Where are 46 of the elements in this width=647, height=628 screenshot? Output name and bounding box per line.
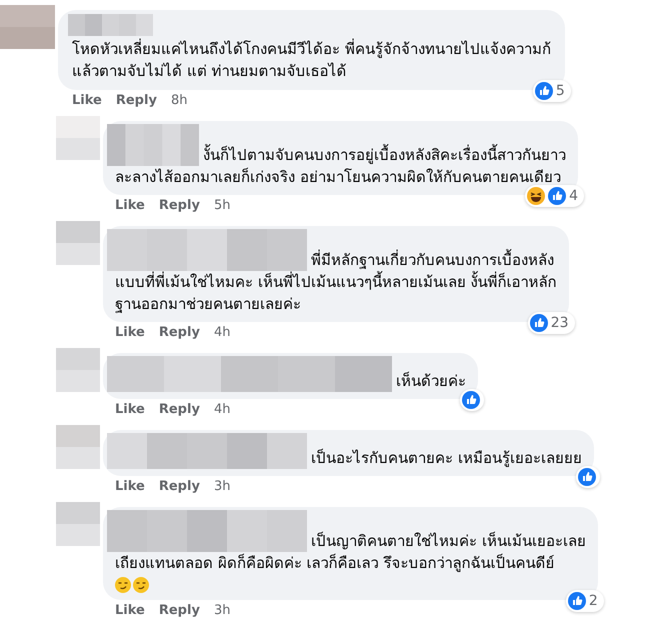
comment-line: พี่มีหลักฐานเกี่ยวกับคนบงการเบื้องหลัง — [311, 249, 554, 271]
like-link[interactable]: Like — [115, 198, 145, 214]
like-link[interactable]: Like — [115, 603, 145, 619]
reply-link[interactable]: Reply — [158, 402, 200, 418]
reaction-count: 4 — [569, 188, 579, 204]
thumbs-up-reaction-icon[interactable] — [462, 391, 480, 409]
reaction-badge[interactable]: 4 — [525, 185, 584, 207]
thumbs-up-reaction-icon[interactable] — [530, 314, 548, 332]
like-link[interactable]: Like — [115, 402, 145, 418]
comment-line: โหดหัวเหลี่ยมแค่ไหนถึงได้โกงคนมีวีได้อะ พี่คนรู้จักจ้างทนายไปแจ้งความก้ — [72, 38, 551, 60]
reply-link[interactable]: Reply — [158, 325, 200, 341]
thumbs-up-reaction-icon[interactable] — [548, 187, 566, 205]
like-link[interactable]: Like — [115, 325, 145, 341]
reaction-count: 2 — [588, 593, 599, 609]
comment-line: เป็นอะไรกับคนตายคะ เหมือนรู้เยอะเลยยย — [311, 448, 582, 469]
reaction-count: 23 — [550, 315, 570, 331]
comment-time: 8h — [170, 93, 188, 109]
comment-line: เถียงแทนตลอด ผิดก็คือผิดค่ะ เลวก็คือเลว รึจะบอกว่าลูกฉันเป็นคนดีย์ — [114, 552, 556, 574]
comment-line: เป็นญาติคนตายใช่ไหมค่ะ เห็นเม้นเยอะเลย — [311, 530, 586, 552]
comment-line: งั้นก็ไปตามจับคนบงการอยู่เบื้องหลังสิคะเรื่องนี้สาวกันยาว — [203, 144, 566, 166]
reply-link[interactable]: Reply — [158, 479, 200, 495]
comment-line: แบบที่พี่เม้นใช่ไหมคะ เห็นพี่ไปเม้นแนวๆนี้หลายเม้นเลย งั้นพี่ก็เอาหลัก — [114, 271, 557, 293]
reaction-count: 5 — [556, 83, 566, 99]
thumbs-up-reaction-icon[interactable] — [578, 468, 596, 486]
laughing-reaction-icon[interactable] — [527, 187, 546, 205]
comment-time: 4h — [214, 402, 230, 418]
comment-time: 3h — [214, 603, 230, 619]
reply-link[interactable]: Reply — [116, 93, 157, 109]
comment-line: เห็นด้วยค่ะ — [396, 370, 466, 392]
comment-time: 4h — [214, 325, 230, 341]
like-link[interactable]: Like — [72, 93, 102, 109]
like-link[interactable]: Like — [115, 479, 145, 495]
reaction-badge[interactable]: 2 — [566, 590, 604, 612]
reaction-badge[interactable]: 5 — [532, 80, 571, 102]
thumbs-up-reaction-icon[interactable] — [568, 592, 586, 610]
comment-time: 5h — [214, 198, 230, 214]
comment-line: ฐานออกมาช่วยคนตายเลยค่ะ — [114, 294, 302, 315]
reply-link[interactable]: Reply — [158, 603, 200, 619]
reaction-badge[interactable]: 23 — [528, 312, 575, 334]
reaction-badge[interactable] — [460, 389, 484, 411]
thumbs-up-reaction-icon[interactable] — [534, 82, 553, 100]
comment-line: ละลางไส้ออกมาเลยก็เก่งจริง อย่ามาโยนความผิดให้กับคนตายคนเดียว — [114, 166, 562, 188]
comment-line: แล้วตามจับไม่ได้ แต่ ท่านยมตามจับเธอได้ — [72, 61, 348, 82]
reaction-badge[interactable] — [576, 466, 600, 488]
reply-link[interactable]: Reply — [158, 198, 200, 214]
comment-time: 3h — [214, 479, 230, 495]
